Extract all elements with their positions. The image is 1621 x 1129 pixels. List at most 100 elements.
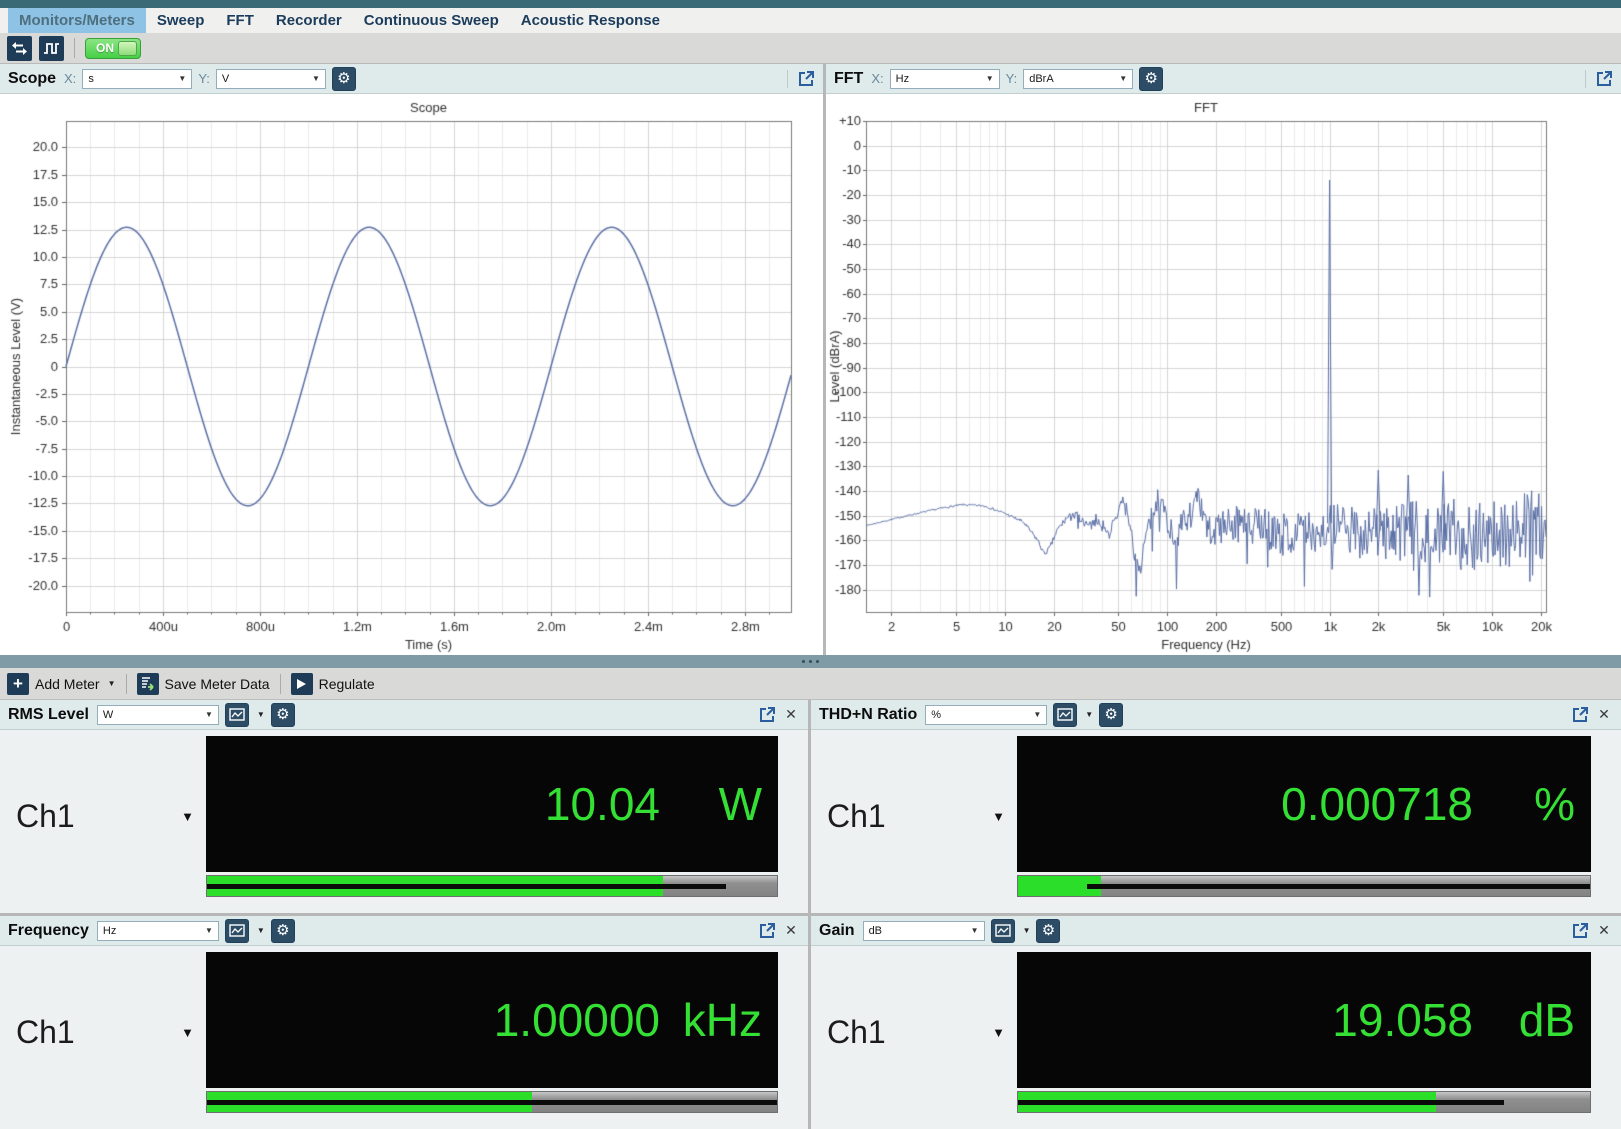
chevron-down-icon[interactable]: ▼ <box>1085 710 1093 719</box>
chevron-down-icon: ▼ <box>181 809 194 824</box>
meter-settings-button[interactable]: ⚙ <box>271 919 295 943</box>
meter-display-style-button[interactable] <box>1053 703 1077 727</box>
scope-popout-button[interactable] <box>798 70 815 87</box>
meter-toolbar: + Add Meter ▼ Save Meter Data Regulate <box>0 668 1621 700</box>
meter-popout-button[interactable] <box>1572 922 1589 939</box>
meter-channel-selector[interactable]: Ch1 ▼ <box>12 736 202 897</box>
meter-value-display: 0.000718 % <box>1017 736 1591 872</box>
meter-display-style-button[interactable] <box>225 703 249 727</box>
meter-body: Ch1 ▼ 19.058 dB <box>811 946 1621 1129</box>
fft-popout-button[interactable] <box>1596 70 1613 87</box>
meter-channel-selector[interactable]: Ch1 ▼ <box>12 952 202 1113</box>
meter-header: Frequency Hz▼ ▼ ⚙ ✕ <box>0 916 808 946</box>
fft-y-label: Y: <box>1006 71 1018 86</box>
tab-fft[interactable]: FFT <box>215 8 265 33</box>
chevron-down-icon: ▼ <box>971 926 979 935</box>
meter-header: Gain dB▼ ▼ ⚙ ✕ <box>811 916 1621 946</box>
meter-bar-range-line <box>207 1100 777 1105</box>
meter-body: Ch1 ▼ 1.00000 kHz <box>0 946 808 1129</box>
gear-icon: ⚙ <box>1144 71 1157 86</box>
apx500-window: Monitors/Meters Sweep FFT Recorder Conti… <box>0 0 1621 1129</box>
meter-display-icon <box>995 924 1011 937</box>
gear-icon: ⚙ <box>276 923 289 938</box>
chevron-down-icon: ▼ <box>1119 74 1127 83</box>
meter-value-display: 19.058 dB <box>1017 952 1591 1088</box>
meter-popout-button[interactable] <box>1572 706 1589 723</box>
meter-popout-button[interactable] <box>759 922 776 939</box>
chevron-down-icon: ▼ <box>205 710 213 719</box>
scope-settings-button[interactable]: ⚙ <box>332 67 356 91</box>
chevron-down-icon: ▼ <box>986 74 994 83</box>
meter-close-button[interactable]: ✕ <box>1595 706 1613 723</box>
save-meter-data-button[interactable]: Save Meter Data <box>137 673 270 695</box>
meter-channel-selector[interactable]: Ch1 ▼ <box>823 736 1013 897</box>
horizontal-splitter[interactable] <box>0 655 1621 668</box>
meter-display-style-button[interactable] <box>225 919 249 943</box>
chevron-down-icon[interactable]: ▼ <box>1023 926 1031 935</box>
gear-icon: ⚙ <box>276 707 289 722</box>
scope-x-label: X: <box>64 71 76 86</box>
meter-bar <box>1017 1091 1591 1113</box>
meter-bar <box>206 1091 778 1113</box>
meter-value-unit: kHz <box>660 993 778 1047</box>
chevron-down-icon: ▼ <box>181 1025 194 1040</box>
gear-icon: ⚙ <box>1104 707 1117 722</box>
fft-plot-canvas <box>826 94 1621 655</box>
meter-bar-range-line <box>1087 884 1590 889</box>
scope-panel-title: Scope <box>8 70 56 88</box>
charts-row: Scope X: s▼ Y: V▼ ⚙ <box>0 64 1621 655</box>
tab-continuous-sweep[interactable]: Continuous Sweep <box>353 8 510 33</box>
chevron-down-icon: ▼ <box>312 74 320 83</box>
meter-unit-dropdown[interactable]: dB▼ <box>863 921 985 941</box>
meter-body: Ch1 ▼ 10.04 W <box>0 730 808 913</box>
meter-unit-dropdown[interactable]: %▼ <box>925 705 1047 725</box>
fft-x-unit-dropdown[interactable]: Hz▼ <box>890 69 1000 89</box>
scope-y-unit-dropdown[interactable]: V▼ <box>216 69 326 89</box>
chevron-down-icon: ▼ <box>205 926 213 935</box>
add-meter-button[interactable]: + Add Meter ▼ <box>7 673 116 695</box>
chevron-down-icon[interactable]: ▼ <box>257 926 265 935</box>
meter-close-button[interactable]: ✕ <box>782 922 800 939</box>
tab-acoustic-response[interactable]: Acoustic Response <box>510 8 671 33</box>
meter-value-unit: W <box>660 777 778 831</box>
meter-bar <box>206 875 778 897</box>
meter-header: RMS Level W▼ ▼ ⚙ ✕ <box>0 700 808 730</box>
meter-close-button[interactable]: ✕ <box>782 706 800 723</box>
scope-y-label: Y: <box>198 71 210 86</box>
tab-sweep[interactable]: Sweep <box>146 8 216 33</box>
fft-y-unit-dropdown[interactable]: dBrA▼ <box>1023 69 1133 89</box>
fft-settings-button[interactable]: ⚙ <box>1139 67 1163 91</box>
meter-bar <box>1017 875 1591 897</box>
meter-value-display: 1.00000 kHz <box>206 952 778 1088</box>
tab-monitors-meters[interactable]: Monitors/Meters <box>8 8 146 33</box>
meter-unit-dropdown[interactable]: Hz▼ <box>97 921 219 941</box>
fft-x-label: X: <box>871 71 883 86</box>
meter-value-display: 10.04 W <box>206 736 778 872</box>
chevron-down-icon: ▼ <box>992 1025 1005 1040</box>
fft-panel-title: FFT <box>834 70 863 88</box>
generator-icon[interactable] <box>39 36 64 61</box>
fft-chart-body <box>826 94 1621 655</box>
meter-popout-button[interactable] <box>759 706 776 723</box>
plus-icon: + <box>7 673 29 695</box>
scope-x-unit-dropdown[interactable]: s▼ <box>82 69 192 89</box>
meter-channel-selector[interactable]: Ch1 ▼ <box>823 952 1013 1113</box>
meter-settings-button[interactable]: ⚙ <box>271 703 295 727</box>
signal-path-icon[interactable] <box>7 36 32 61</box>
main-tabbar: Monitors/Meters Sweep FFT Recorder Conti… <box>0 8 1621 33</box>
meter-value: 19.058 <box>1017 993 1473 1047</box>
meter-settings-button[interactable]: ⚙ <box>1036 919 1060 943</box>
meter-grid: RMS Level W▼ ▼ ⚙ ✕ C <box>0 700 1621 1129</box>
meter-settings-button[interactable]: ⚙ <box>1099 703 1123 727</box>
meter-display-style-button[interactable] <box>991 919 1015 943</box>
meter-close-button[interactable]: ✕ <box>1595 922 1613 939</box>
meter-unit-dropdown[interactable]: W▼ <box>97 705 219 725</box>
generator-on-toggle[interactable]: ON <box>85 38 141 59</box>
tab-recorder[interactable]: Recorder <box>265 8 353 33</box>
regulate-button[interactable]: Regulate <box>291 673 375 695</box>
fft-panel-header: FFT X: Hz▼ Y: dBrA▼ ⚙ <box>826 64 1621 94</box>
meter-body: Ch1 ▼ 0.000718 % <box>811 730 1621 913</box>
meter-header: THD+N Ratio %▼ ▼ ⚙ ✕ <box>811 700 1621 730</box>
scope-panel: Scope X: s▼ Y: V▼ ⚙ <box>0 64 823 655</box>
chevron-down-icon[interactable]: ▼ <box>257 710 265 719</box>
